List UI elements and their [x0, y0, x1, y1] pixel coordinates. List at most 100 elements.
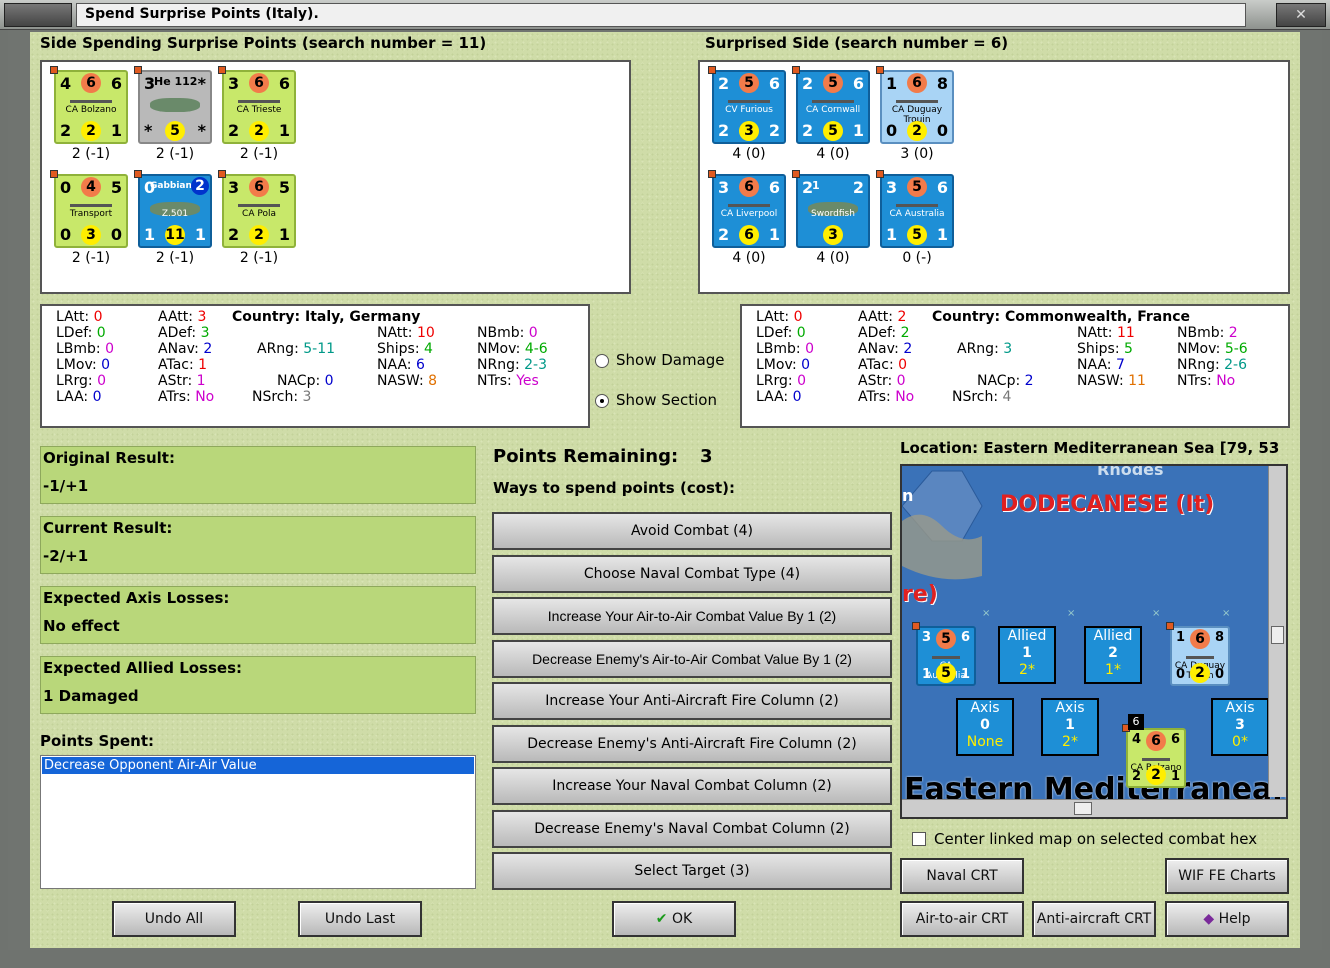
unit-marker-icon — [708, 66, 716, 74]
close-icon[interactable]: ✕ — [1276, 3, 1326, 27]
allied-box[interactable]: Allied 1 2* — [998, 626, 1056, 684]
spend-option-button[interactable]: Decrease Enemy's Anti-Aircraft Fire Colu… — [492, 724, 892, 763]
unit-counter[interactable]: 2 5 6 CV Furious 2 3 2 — [708, 66, 786, 144]
ok-button[interactable]: ✔ OK — [612, 901, 736, 937]
current-result-label: Current Result: — [43, 519, 173, 537]
stat-naa: NAA: 6 — [377, 357, 425, 373]
center-map-checkbox[interactable] — [912, 832, 926, 846]
stat-value: 0 — [528, 325, 538, 341]
undo-all-button[interactable]: Undo All — [112, 901, 236, 937]
unit-counter[interactable]: 3 6 6 CA Liverpool 2 6 1 — [708, 170, 786, 248]
cell-label: Axis — [1055, 700, 1085, 716]
unit-counter[interactable]: 3 6 5 CA Pola 2 2 1 — [218, 170, 296, 248]
spend-option-button[interactable]: Avoid Combat (4) — [492, 512, 892, 550]
air-crt-button[interactable]: Air-to-air CRT — [900, 901, 1024, 937]
unit-top-right: 6 — [278, 74, 290, 93]
stat-value: 0 — [96, 325, 106, 341]
stat-lbmb: LBmb: 0 — [56, 341, 115, 357]
naval-crt-button[interactable]: Naval CRT — [900, 858, 1024, 894]
points-spent-item[interactable]: Decrease Opponent Air-Air Value — [42, 757, 474, 774]
unit-aircraft-name: He 112 — [154, 75, 198, 88]
spend-option-button[interactable]: Increase Your Air-to-Air Combat Value By… — [492, 597, 892, 635]
show-damage-radio[interactable] — [595, 354, 609, 368]
axis-box[interactable]: Axis 1 2* — [1041, 698, 1099, 756]
spend-option-button[interactable]: Increase Your Naval Combat Column (2) — [492, 767, 892, 805]
unit-name: CA Liverpool — [720, 209, 778, 219]
cell-label: Axis — [970, 700, 1000, 716]
stat-aatt: AAtt: 3 — [158, 309, 207, 325]
unit-counter[interactable]: 356CA Australia151 — [912, 622, 976, 686]
unit-caption: 3 (0) — [900, 146, 934, 162]
unit-counter[interactable]: 3 6 6 CA Trieste 2 2 1 — [218, 66, 296, 144]
unit-bottom-right: 1 — [960, 667, 970, 682]
stat-astr: AStr: 1 — [158, 373, 206, 389]
window-menu-icon[interactable] — [4, 3, 72, 27]
unit-marker-icon — [1166, 622, 1174, 630]
stat-value: 6 — [415, 357, 425, 373]
unit-counter[interactable]: 356CA Australia151 — [876, 170, 954, 248]
unit-counter[interactable]: 466CA Bolzano221 — [50, 66, 128, 144]
stat-value: 0 — [105, 341, 115, 357]
spend-option-button[interactable]: Select Target (3) — [492, 852, 892, 890]
stat-value: 2-3 — [524, 357, 548, 373]
allied-box[interactable]: Allied 2 1* — [1084, 626, 1142, 684]
undo-last-button[interactable]: Undo Last — [298, 901, 422, 937]
stat-lmov: LMov: 0 — [56, 357, 111, 373]
right-country: Country: Commonwealth, France — [932, 309, 1190, 325]
unit-name: CA Bolzano — [65, 105, 117, 115]
map-horizontal-scrollbar[interactable] — [902, 799, 1286, 817]
cell-number: 1 — [1065, 717, 1075, 733]
aircraft-silhouette-icon — [150, 98, 200, 112]
stat-value: 2 — [900, 325, 910, 341]
unit-counter[interactable]: 2 1 2 Swordfish 3 — [792, 170, 870, 248]
unit-counter[interactable]: 0 Gabbiano 2 Z.501 1 11 1 — [134, 170, 212, 248]
map-vertical-scrollbar[interactable] — [1268, 466, 1286, 797]
unit-counter[interactable]: 0 4 5 Transport 0 3 0 — [50, 170, 128, 248]
linked-map[interactable]: × × × × Rhodes DODECANESE (It) n re) Eas… — [900, 464, 1288, 819]
cell-label: Allied — [1007, 628, 1047, 644]
unit-top-left: 1 — [886, 74, 898, 93]
unit-counter[interactable]: 466CA Bolzano221 — [1122, 724, 1186, 788]
spend-option-button[interactable]: Increase Your Anti-Aircraft Fire Column … — [492, 682, 892, 720]
unit-attack-circle: 5 — [739, 73, 759, 93]
spend-option-button[interactable]: Decrease Enemy's Naval Combat Column (2) — [492, 809, 892, 848]
help-book-icon: ◆ — [1203, 911, 1215, 927]
points-spent-list[interactable]: Decrease Opponent Air-Air Value — [40, 755, 476, 889]
aa-crt-button[interactable]: Anti-aircraft CRT — [1032, 901, 1156, 937]
unit-top-left: 2 — [802, 74, 814, 93]
unit-caption: 2 (-1) — [71, 250, 111, 266]
axis-box[interactable]: Axis 0 None — [956, 698, 1014, 756]
spend-option-button[interactable]: Choose Naval Combat Type (4) — [492, 554, 892, 593]
help-button[interactable]: ◆ Help — [1165, 901, 1289, 937]
center-map-label[interactable]: Center linked map on selected combat hex — [934, 830, 1257, 848]
spend-option-button[interactable]: Decrease Enemy's Air-to-Air Combat Value… — [492, 639, 892, 678]
left-country: Country: Italy, Germany — [232, 309, 421, 325]
show-damage-label[interactable]: Show Damage — [616, 351, 725, 369]
stat-atrs: ATrs: No — [858, 389, 915, 405]
help-label: Help — [1218, 911, 1251, 927]
wif-charts-button[interactable]: WIF FE Charts — [1165, 858, 1289, 894]
stat-value: 4 — [424, 341, 433, 357]
vertical-scroll-thumb[interactable] — [1271, 626, 1284, 644]
unit-attack-circle: 5 — [907, 177, 927, 197]
cell-sub: 2* — [1019, 662, 1035, 678]
unit-attack-circle: 5 — [936, 629, 956, 649]
unit-caption: 2 (-1) — [239, 250, 279, 266]
show-section-label[interactable]: Show Section — [616, 391, 717, 409]
stat-value: 2 — [203, 341, 213, 357]
unit-bottom-right: * — [197, 121, 206, 140]
unit-counter[interactable]: 2 5 6 CA Cornwall 2 5 1 — [792, 66, 870, 144]
stat-nmov: NMov: 5-6 — [1177, 341, 1248, 357]
unit-marker-icon — [876, 66, 884, 74]
stat-value: 0 — [324, 373, 334, 389]
unit-counter[interactable]: 3 He 112 * * 5 * — [134, 66, 212, 144]
unit-counter[interactable]: 168CA Duguay Trouin020 — [876, 66, 954, 144]
unit-counter[interactable]: 168CA Duguay Trouin020 — [1166, 622, 1230, 686]
axis-box[interactable]: Axis 3 0* — [1211, 698, 1269, 756]
unit-attack-circle: 6 — [1190, 629, 1210, 649]
horizontal-scroll-thumb[interactable] — [1074, 802, 1092, 815]
show-section-radio[interactable] — [595, 394, 609, 408]
stat-value: No — [895, 389, 915, 405]
stat-lrrg: LRrg: 0 — [56, 373, 107, 389]
unit-marker-icon — [218, 66, 226, 74]
